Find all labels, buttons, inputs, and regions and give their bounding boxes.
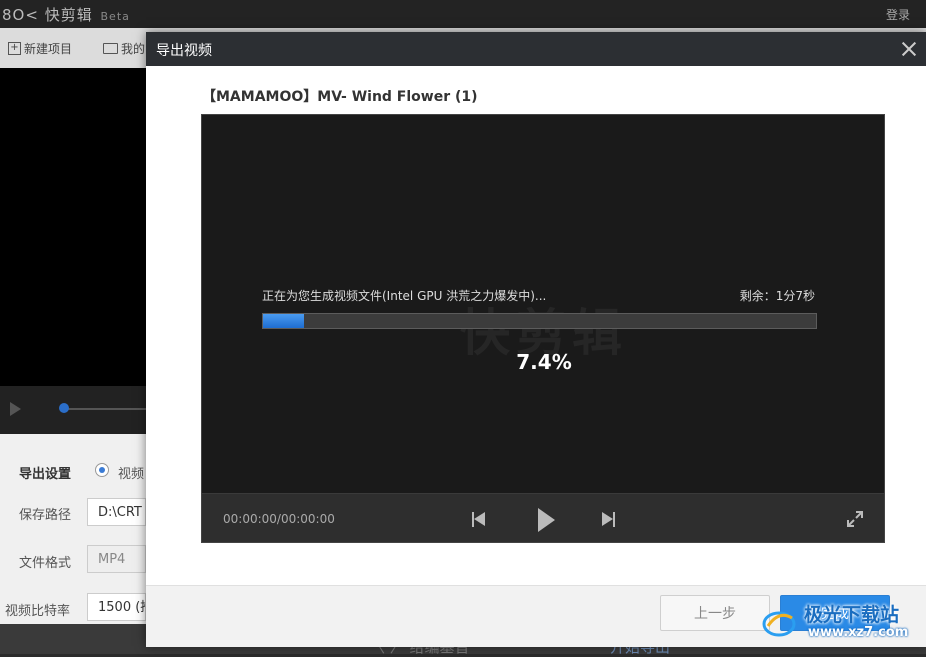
remaining-time: 剩余：1分7秒 <box>739 289 815 303</box>
progress-percent: 7.4% <box>516 350 572 374</box>
new-project-button[interactable]: + 新建项目 <box>8 40 72 57</box>
slider-knob[interactable] <box>59 403 69 413</box>
save-path-label: 保存路径 <box>19 508 72 523</box>
site-url: www.xz7.com <box>808 625 909 640</box>
my-projects-label: 我的 <box>121 42 146 56</box>
close-icon[interactable] <box>896 36 922 62</box>
site-logo-icon <box>762 606 796 638</box>
fullscreen-icon[interactable] <box>845 509 865 529</box>
previous-step-button[interactable]: 上一步 <box>660 595 770 631</box>
preview-area <box>0 68 146 386</box>
app-titlebar: 8O< 快剪辑 Beta 登录 <box>0 0 926 28</box>
video-player: 快剪辑 正在为您生成视频文件(Intel GPU 洪荒之力爆发中)... 剩余：… <box>201 114 885 543</box>
skip-forward-icon[interactable] <box>600 508 624 532</box>
save-path-field[interactable]: D:\CRT <box>87 498 146 526</box>
export-status-text: 正在为您生成视频文件(Intel GPU 洪荒之力爆发中)... <box>262 289 547 303</box>
new-project-label: 新建项目 <box>24 42 73 56</box>
video-radio[interactable] <box>95 463 109 477</box>
site-name: 极光下载站 <box>804 604 900 626</box>
app-name: 快剪辑 <box>44 6 93 24</box>
video-title: 【MAMAMOO】MV- Wind Flower (1) <box>202 89 478 105</box>
play-icon[interactable] <box>10 402 21 416</box>
format-label: 文件格式 <box>19 556 72 571</box>
export-progress-bar <box>262 313 817 329</box>
timecode: 00:00:00/00:00:00 <box>223 512 335 526</box>
dialog-header: 导出视频 <box>146 32 926 66</box>
play-icon[interactable] <box>536 508 560 532</box>
my-projects-button[interactable]: 我的 <box>103 40 145 57</box>
bitrate-select[interactable]: 1500 (推 <box>87 593 146 621</box>
bitrate-label: 视频比特率 <box>5 604 71 619</box>
folder-icon <box>103 43 118 54</box>
player-controls: 00:00:00/00:00:00 <box>202 493 884 542</box>
app-logo: 8O< 快剪辑 Beta <box>2 4 130 25</box>
preview-slider[interactable] <box>60 408 146 410</box>
plus-icon: + <box>8 42 21 55</box>
export-settings-label: 导出设置 <box>19 467 72 482</box>
progress-fill <box>263 314 304 328</box>
dialog-title: 导出视频 <box>156 43 212 59</box>
video-radio-label: 视频 <box>118 467 145 482</box>
skip-back-icon[interactable] <box>470 508 494 532</box>
preview-controls <box>0 386 146 434</box>
export-dialog: 导出视频 【MAMAMOO】MV- Wind Flower (1) 快剪辑 正在… <box>146 32 926 647</box>
format-select[interactable]: MP4 <box>87 545 146 573</box>
login-link[interactable]: 登录 <box>886 6 910 23</box>
beta-badge: Beta <box>100 10 130 23</box>
logo-mark: 8O< <box>2 6 39 24</box>
